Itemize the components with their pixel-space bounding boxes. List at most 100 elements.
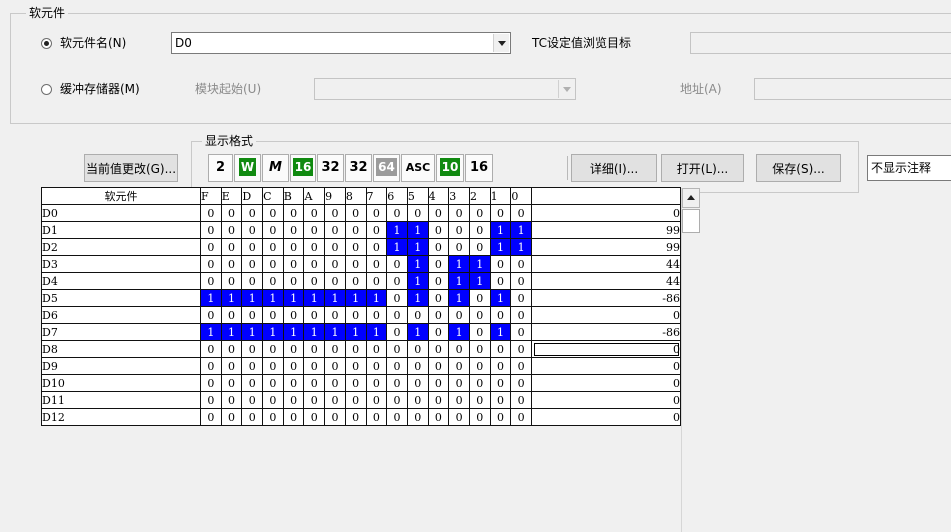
bit-cell[interactable]: 0 — [344, 272, 367, 290]
bit-cell[interactable]: 0 — [200, 391, 222, 409]
comment-display-select[interactable]: 不显示注释 — [867, 155, 951, 181]
table-row[interactable]: D2 0 0 0 0 0 0 0 0 0 1 1 0 0 0 1 1 99 — [41, 238, 681, 256]
bit-cell[interactable]: 0 — [468, 374, 491, 392]
format-word-button[interactable]: W — [234, 154, 261, 182]
device-name-combobox[interactable]: D0 — [171, 32, 511, 54]
save-button[interactable]: 保存(S)... — [756, 154, 841, 182]
bit-cell[interactable]: 1 — [200, 289, 222, 307]
bit-cell[interactable]: 0 — [220, 408, 243, 426]
bit-cell[interactable]: 0 — [282, 408, 305, 426]
bit-cell[interactable]: 1 — [365, 289, 388, 307]
bit-cell[interactable]: 0 — [489, 340, 512, 358]
bit-cell[interactable]: 0 — [241, 374, 264, 392]
bit-cell[interactable]: 0 — [282, 340, 305, 358]
bit-cell[interactable]: 0 — [220, 306, 243, 324]
bit-cell[interactable]: 1 — [262, 289, 284, 307]
bit-cell[interactable]: 0 — [386, 204, 408, 222]
value-cell[interactable]: 44 — [531, 272, 681, 290]
bit-cell[interactable]: 0 — [427, 221, 450, 239]
bit-cell[interactable]: 1 — [510, 221, 532, 239]
bit-cell[interactable]: 1 — [448, 255, 470, 273]
bit-cell[interactable]: 0 — [448, 408, 470, 426]
bit-cell[interactable]: 0 — [262, 272, 284, 290]
bit-cell[interactable]: 1 — [406, 272, 429, 290]
bit-cell[interactable]: 0 — [344, 391, 367, 409]
bit-cell[interactable]: 0 — [241, 340, 264, 358]
bit-cell[interactable]: 0 — [324, 391, 346, 409]
bit-cell[interactable]: 0 — [262, 340, 284, 358]
bit-cell[interactable]: 0 — [427, 391, 450, 409]
bit-cell[interactable]: 0 — [489, 272, 512, 290]
bit-cell[interactable]: 1 — [510, 238, 532, 256]
bit-cell[interactable]: 0 — [303, 221, 326, 239]
value-cell[interactable]: 0 — [531, 340, 681, 358]
bit-cell[interactable]: 1 — [220, 323, 243, 341]
bit-cell[interactable]: 0 — [427, 340, 450, 358]
bit-cell[interactable]: 0 — [303, 272, 326, 290]
bit-cell[interactable]: 0 — [468, 323, 491, 341]
bit-cell[interactable]: 0 — [303, 340, 326, 358]
bit-cell[interactable]: 0 — [324, 255, 346, 273]
bit-cell[interactable]: 1 — [386, 238, 408, 256]
bit-cell[interactable]: 0 — [468, 340, 491, 358]
bit-cell[interactable]: 0 — [262, 221, 284, 239]
change-current-value-button[interactable]: 当前值更改(G)... — [84, 154, 178, 182]
bit-cell[interactable]: 0 — [303, 306, 326, 324]
bit-cell[interactable]: 0 — [303, 374, 326, 392]
table-row[interactable]: D6 0 0 0 0 0 0 0 0 0 0 0 0 0 0 0 0 0 — [41, 306, 681, 324]
bit-cell[interactable]: 0 — [406, 357, 429, 375]
bit-cell[interactable]: 0 — [303, 204, 326, 222]
bit-cell[interactable]: 0 — [489, 374, 512, 392]
bit-cell[interactable]: 0 — [386, 272, 408, 290]
table-row[interactable]: D9 0 0 0 0 0 0 0 0 0 0 0 0 0 0 0 0 0 — [41, 357, 681, 375]
bit-cell[interactable]: 0 — [365, 374, 388, 392]
bit-cell[interactable]: 0 — [220, 221, 243, 239]
bit-cell[interactable]: 0 — [510, 306, 532, 324]
bit-cell[interactable]: 1 — [406, 323, 429, 341]
bit-cell[interactable]: 0 — [241, 204, 264, 222]
buffer-memory-radio[interactable] — [41, 84, 52, 95]
value-cell[interactable]: 0 — [531, 391, 681, 409]
bit-cell[interactable]: 0 — [303, 357, 326, 375]
bit-cell[interactable]: 0 — [200, 357, 222, 375]
bit-cell[interactable]: 0 — [241, 408, 264, 426]
device-cell[interactable]: D9 — [41, 357, 201, 375]
bit-cell[interactable]: 1 — [262, 323, 284, 341]
bit-cell[interactable]: 1 — [220, 289, 243, 307]
format-32bit-float-button[interactable]: 32 — [345, 154, 372, 182]
bit-cell[interactable]: 0 — [406, 391, 429, 409]
device-cell[interactable]: D11 — [41, 391, 201, 409]
bit-cell[interactable]: 0 — [344, 221, 367, 239]
bit-cell[interactable]: 0 — [365, 238, 388, 256]
bit-cell[interactable]: 1 — [303, 323, 326, 341]
bit-cell[interactable]: 0 — [448, 238, 470, 256]
bit-cell[interactable]: 1 — [344, 323, 367, 341]
table-row[interactable]: D5 1 1 1 1 1 1 1 1 1 0 1 0 1 0 1 0 -86 — [41, 289, 681, 307]
bit-cell[interactable]: 1 — [282, 323, 305, 341]
value-cell[interactable]: 0 — [531, 408, 681, 426]
bit-cell[interactable]: 0 — [324, 204, 346, 222]
bit-cell[interactable]: 0 — [262, 306, 284, 324]
bit-cell[interactable]: 0 — [406, 204, 429, 222]
value-cell[interactable]: 99 — [531, 238, 681, 256]
bit-cell[interactable]: 0 — [448, 391, 470, 409]
bit-cell[interactable]: 0 — [220, 374, 243, 392]
bit-cell[interactable]: 1 — [406, 221, 429, 239]
bit-cell[interactable]: 0 — [241, 391, 264, 409]
bit-cell[interactable]: 0 — [282, 357, 305, 375]
bit-cell[interactable]: 0 — [510, 391, 532, 409]
bit-cell[interactable]: 0 — [386, 289, 408, 307]
bit-cell[interactable]: 0 — [200, 221, 222, 239]
device-name-radio-label[interactable]: 软元件名(N) — [60, 35, 126, 51]
bit-cell[interactable]: 0 — [303, 238, 326, 256]
value-cell[interactable]: 0 — [531, 374, 681, 392]
bit-cell[interactable]: 0 — [344, 204, 367, 222]
bit-cell[interactable]: 0 — [282, 306, 305, 324]
bit-cell[interactable]: 0 — [241, 357, 264, 375]
bit-cell[interactable]: 0 — [448, 306, 470, 324]
bit-cell[interactable]: 0 — [489, 306, 512, 324]
table-row[interactable]: D7 1 1 1 1 1 1 1 1 1 0 1 0 1 0 1 0 -86 — [41, 323, 681, 341]
bit-cell[interactable]: 0 — [324, 357, 346, 375]
bit-cell[interactable]: 0 — [365, 340, 388, 358]
bit-cell[interactable]: 0 — [386, 306, 408, 324]
